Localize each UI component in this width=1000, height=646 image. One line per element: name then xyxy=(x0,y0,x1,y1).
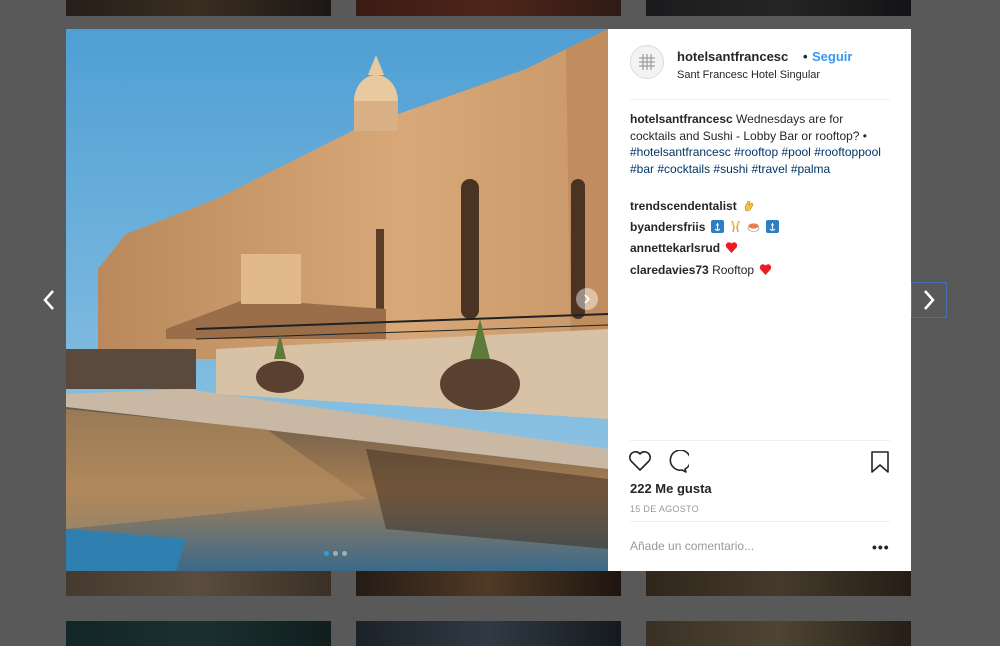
carousel-indicator xyxy=(324,551,347,556)
grid-thumbnail[interactable] xyxy=(356,571,621,596)
post-caption: hotelsantfrancesc Wednesdays are for coc… xyxy=(630,111,892,177)
more-options-button[interactable]: ••• xyxy=(872,539,890,555)
like-count[interactable]: 222 Me gusta xyxy=(630,481,712,496)
hashtag[interactable]: #pool xyxy=(781,145,810,159)
bookmark-icon xyxy=(871,451,889,473)
follow-button[interactable]: Seguir xyxy=(812,49,852,64)
clapping-hand-emoji xyxy=(744,200,754,212)
avatar[interactable] xyxy=(630,45,664,79)
hashtag[interactable]: #rooftoppool xyxy=(814,145,881,159)
comment-item: trendscendentalist xyxy=(630,199,755,213)
comment-username[interactable]: annettekarlsrud xyxy=(630,241,720,255)
grid-thumbnail[interactable] xyxy=(66,0,331,16)
post-modal: hotelsantfrancesc • Seguir Sant Francesc… xyxy=(66,29,911,571)
divider xyxy=(630,521,890,522)
carousel-next-button[interactable] xyxy=(576,288,598,310)
grid-thumbnail[interactable] xyxy=(356,621,621,646)
carousel-dot xyxy=(342,551,347,556)
grid-thumbnail[interactable] xyxy=(66,571,331,596)
comment-item: byandersfriis xyxy=(630,220,779,234)
hashtag[interactable]: #palma xyxy=(791,162,830,176)
anchor-emoji xyxy=(710,220,724,233)
grid-thumbnail[interactable] xyxy=(646,0,911,16)
grid-thumbnail[interactable] xyxy=(66,621,331,646)
carousel-dot xyxy=(333,551,338,556)
sushi-emoji xyxy=(748,223,760,232)
comment-input[interactable] xyxy=(630,532,850,560)
username-link[interactable]: hotelsantfrancesc xyxy=(677,49,788,64)
caption-username[interactable]: hotelsantfrancesc xyxy=(630,112,733,126)
comment-text: Rooftop xyxy=(712,263,755,277)
post-sidebar: hotelsantfrancesc • Seguir Sant Francesc… xyxy=(608,29,911,571)
carousel-dot xyxy=(324,551,329,556)
hashtag[interactable]: #travel xyxy=(751,162,787,176)
hashtag[interactable]: #cocktails xyxy=(657,162,710,176)
hashtag[interactable]: #sushi xyxy=(713,162,748,176)
save-button[interactable] xyxy=(870,450,890,479)
chevron-right-icon xyxy=(584,294,591,304)
grid-thumbnail[interactable] xyxy=(646,621,911,646)
hotel-rooftop-pool-photo xyxy=(66,29,608,571)
comment-username[interactable]: trendscendentalist xyxy=(630,199,737,213)
hotel-logo-icon xyxy=(639,54,655,70)
comment-item: claredavies73 Rooftop xyxy=(630,263,772,277)
heart-outline-icon xyxy=(629,451,651,471)
hashtag[interactable]: #rooftop xyxy=(734,145,778,159)
location-link[interactable]: Sant Francesc Hotel Singular xyxy=(677,69,820,81)
post-header: hotelsantfrancesc • Seguir Sant Francesc… xyxy=(630,45,890,100)
post-photo[interactable] xyxy=(66,29,608,571)
comment-item: annettekarlsrud xyxy=(630,241,738,255)
next-post-button[interactable] xyxy=(911,282,947,318)
previous-post-button[interactable] xyxy=(31,282,67,318)
red-heart-emoji xyxy=(760,264,772,275)
comment-username[interactable]: byandersfriis xyxy=(630,220,705,234)
grid-thumbnail[interactable] xyxy=(646,571,911,596)
like-button[interactable] xyxy=(628,450,652,477)
comment-button[interactable] xyxy=(665,449,692,479)
champagne-emoji xyxy=(731,220,740,233)
hashtag[interactable]: #bar xyxy=(630,162,654,176)
divider xyxy=(630,440,890,441)
grid-thumbnail[interactable] xyxy=(356,0,621,16)
anchor-emoji xyxy=(765,220,779,233)
post-date: 15 DE AGOSTO xyxy=(630,504,699,514)
separator: • xyxy=(803,49,808,64)
chevron-right-icon xyxy=(924,290,935,310)
red-heart-emoji xyxy=(726,242,738,253)
comment-username[interactable]: claredavies73 xyxy=(630,263,709,277)
chevron-left-icon xyxy=(43,290,54,310)
speech-bubble-icon xyxy=(669,449,692,473)
hashtag[interactable]: #hotelsantfrancesc xyxy=(630,145,731,159)
